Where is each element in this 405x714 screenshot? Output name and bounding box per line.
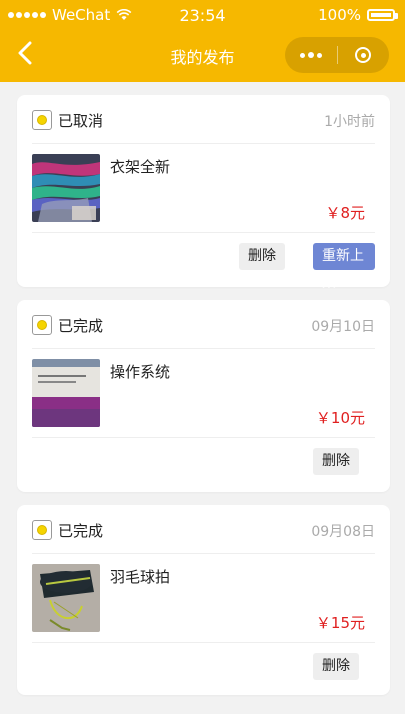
item-thumbnail <box>32 154 100 222</box>
status-ball-icon <box>32 520 52 540</box>
screen: WeChat 23:54 100% 我的发布 已取消 1小时前 衣架全新 ￥8元… <box>0 0 405 714</box>
publish-card: 已完成 09月10日 操作系统 ￥10元 删除 <box>17 300 390 492</box>
status-text: 已取消 <box>58 112 104 130</box>
publish-card: 已完成 09月08日 羽毛球拍 ￥15元 删除 <box>17 505 390 695</box>
card-actions: 删除 <box>32 448 375 478</box>
publish-time: 09月10日 <box>311 319 375 335</box>
status-text: 已完成 <box>58 317 104 335</box>
status-bar: WeChat 23:54 100% <box>0 0 405 32</box>
item-title: 衣架全新 <box>110 158 171 176</box>
card-header: 已完成 09月08日 <box>32 518 375 544</box>
status-right: 100% <box>318 6 398 24</box>
item-row[interactable]: 操作系统 ￥10元 <box>32 359 375 431</box>
publish-time: 1小时前 <box>324 114 375 130</box>
delete-button[interactable]: 删除 <box>313 653 359 680</box>
capsule-menu <box>285 37 389 73</box>
more-button[interactable] <box>285 52 337 58</box>
battery-label: 100% <box>318 6 361 24</box>
divider <box>32 642 375 643</box>
item-row[interactable]: 羽毛球拍 ￥15元 <box>32 564 375 636</box>
card-header: 已完成 09月10日 <box>32 313 375 339</box>
divider <box>32 437 375 438</box>
item-price: ￥8元 <box>325 204 365 222</box>
item-title: 羽毛球拍 <box>110 568 171 586</box>
racket-image <box>32 564 100 632</box>
divider <box>32 143 375 144</box>
item-price: ￥10元 <box>315 409 365 427</box>
hangers-image <box>32 154 100 222</box>
item-thumbnail <box>32 359 100 427</box>
divider <box>32 232 375 233</box>
top-bar: WeChat 23:54 100% 我的发布 <box>0 0 405 82</box>
status-ball-icon <box>32 315 52 335</box>
circle-close-icon <box>355 47 372 63</box>
publish-card: 已取消 1小时前 衣架全新 ￥8元 删除 重新上架 <box>17 95 390 291</box>
delete-button[interactable]: 删除 <box>313 448 359 475</box>
publish-time: 09月08日 <box>311 524 375 540</box>
status-ball-icon <box>32 110 52 130</box>
nav-bar: 我的发布 <box>0 32 405 82</box>
status-text: 已完成 <box>58 522 104 540</box>
publish-list: 已取消 1小时前 衣架全新 ￥8元 删除 重新上架 已完成 09月10日 操作系… <box>0 82 405 714</box>
card-actions: 删除 <box>32 653 375 683</box>
item-row[interactable]: 衣架全新 ￥8元 <box>32 154 375 226</box>
book-image <box>32 359 100 427</box>
card-actions: 删除 重新上架 <box>32 243 375 291</box>
item-thumbnail <box>32 564 100 632</box>
divider <box>32 553 375 554</box>
delete-button[interactable]: 删除 <box>239 243 285 270</box>
divider <box>32 348 375 349</box>
more-dots-icon <box>299 52 305 58</box>
card-header: 已取消 1小时前 <box>32 108 375 134</box>
close-miniprogram-button[interactable] <box>338 47 390 63</box>
relist-button[interactable]: 重新上架 <box>313 243 375 291</box>
bottom-strip <box>0 706 405 714</box>
battery-icon <box>367 9 398 21</box>
item-price: ￥15元 <box>315 614 365 632</box>
item-title: 操作系统 <box>110 363 171 381</box>
